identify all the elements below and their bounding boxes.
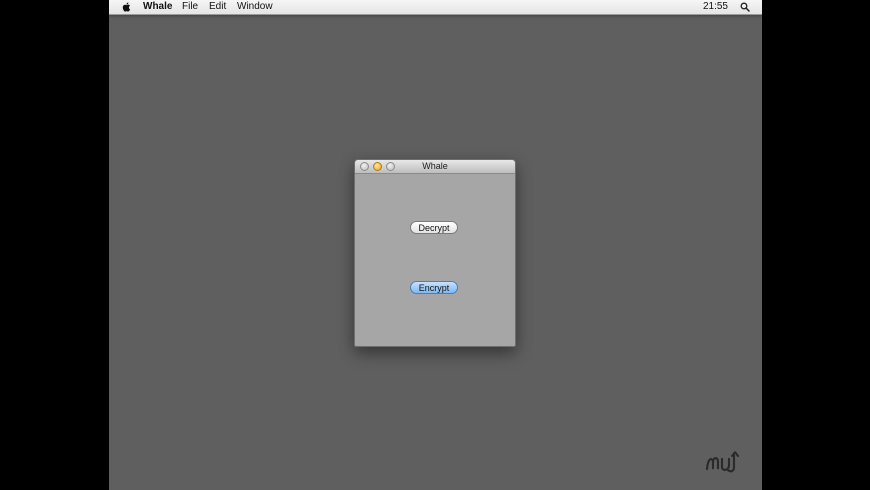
whale-window: Whale Decrypt Encrypt	[354, 159, 516, 347]
window-title: Whale	[422, 161, 448, 171]
desktop: Whale File Edit Window 21:55 Whale Decry…	[109, 0, 762, 490]
macupdate-logo-icon	[705, 450, 739, 473]
decrypt-button[interactable]: Decrypt	[410, 221, 458, 234]
apple-icon[interactable]	[121, 2, 132, 12]
menu-edit[interactable]: Edit	[209, 0, 226, 14]
spotlight-icon[interactable]	[740, 2, 750, 12]
window-titlebar[interactable]: Whale	[355, 160, 515, 174]
menu-file[interactable]: File	[182, 0, 198, 14]
menu-bar: Whale File Edit Window 21:55	[109, 0, 762, 15]
menu-clock[interactable]: 21:55	[703, 0, 728, 14]
menu-window[interactable]: Window	[237, 0, 273, 14]
menu-app-name[interactable]: Whale	[143, 0, 172, 14]
encrypt-button[interactable]: Encrypt	[410, 281, 458, 294]
